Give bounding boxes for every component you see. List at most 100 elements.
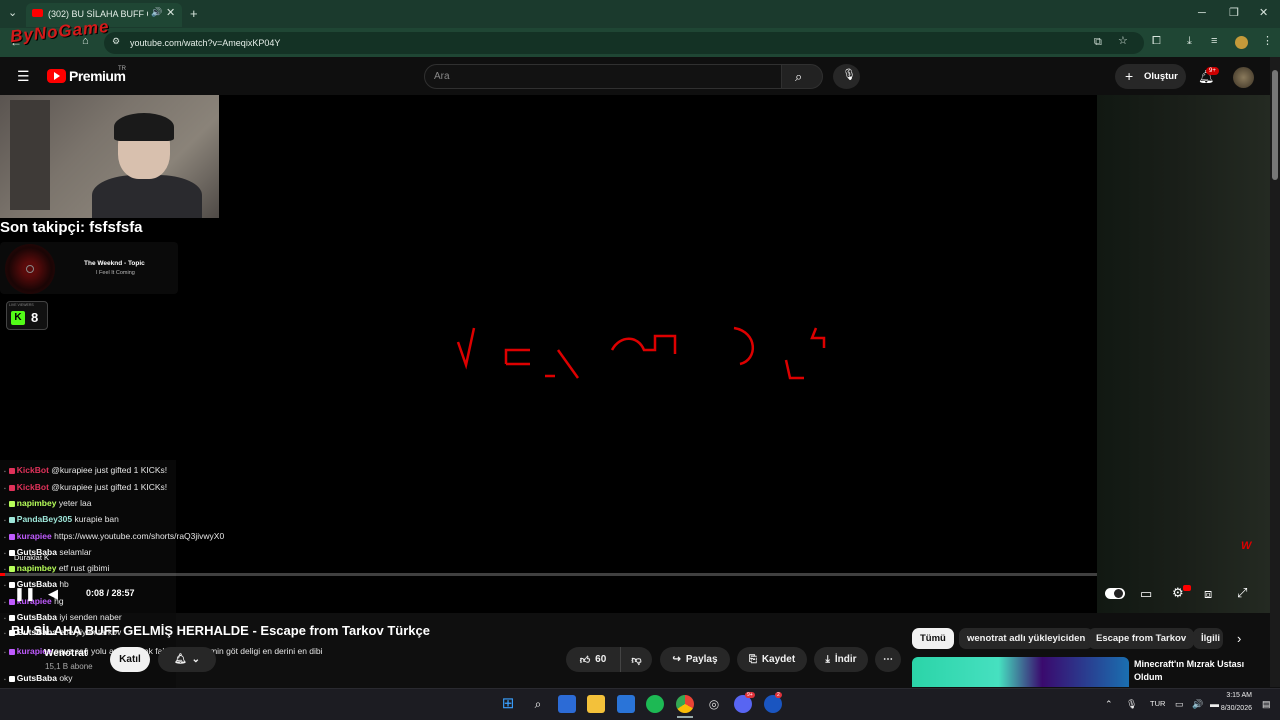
chat-timestamp-icon: ▪	[4, 600, 6, 606]
url-text[interactable]: youtube.com/watch?v=AmeqixKP04Y	[130, 38, 280, 48]
fullscreen-icon[interactable]: ⤢	[1237, 585, 1247, 601]
join-button[interactable]: Katıl	[110, 647, 150, 672]
chip-next-chevron-icon[interactable]: ›	[1237, 631, 1241, 646]
file-explorer-icon[interactable]	[587, 695, 605, 713]
create-button[interactable]: + Oluştur	[1115, 64, 1186, 89]
downloads-icon[interactable]: ⤓	[1187, 36, 1192, 47]
install-app-icon[interactable]: ⧉	[1094, 37, 1102, 48]
scrollbar-thumb[interactable]	[1272, 70, 1278, 180]
tray-microphone-icon[interactable]: 🎙	[1126, 699, 1137, 710]
outlook-icon[interactable]	[617, 695, 635, 713]
save-button[interactable]: ⎘ Kaydet	[737, 647, 807, 672]
recommended-video-title[interactable]: Minecraft'ın Mızrak Ustası Oldum	[1134, 658, 1264, 684]
save-label: Kaydet	[761, 654, 796, 665]
extensions-icon[interactable]: ⧠	[1152, 36, 1161, 47]
chat-text: oky	[59, 673, 73, 683]
restore-icon[interactable]: ❐	[1229, 8, 1239, 19]
settings-gear-icon[interactable]: ⚙	[1172, 585, 1184, 601]
obs-icon[interactable]: ◎	[705, 695, 723, 713]
site-info-icon[interactable]: ⚙	[112, 37, 120, 46]
chat-text: etf rust gibimi	[58, 563, 110, 573]
chat-badge-icon	[8, 614, 15, 621]
chat-text: iyi senden naber	[59, 612, 122, 622]
account-avatar[interactable]	[1233, 67, 1254, 88]
premium-logo-text[interactable]: Premium	[69, 68, 126, 84]
time-display: 0:08 / 28:57	[86, 588, 135, 598]
voice-search-button[interactable]: 🎙	[833, 64, 860, 89]
tab-search-icon[interactable]: ⌄	[8, 8, 17, 19]
chat-badge-icon	[8, 648, 15, 655]
notification-count-badge: 9+	[1206, 67, 1219, 75]
minimize-icon[interactable]: ─	[1198, 8, 1206, 19]
chat-username[interactable]: napimbey	[17, 498, 57, 508]
taskbar-clock[interactable]: 3:15 AM	[1214, 692, 1252, 699]
webcam-overlay	[0, 95, 219, 218]
chat-timestamp-icon: ▪	[4, 518, 6, 524]
region-code: TR	[118, 66, 126, 72]
bookmark-star-icon[interactable]: ☆	[1118, 36, 1128, 47]
channel-name[interactable]: Wenotrat	[44, 648, 87, 659]
chat-username[interactable]: KickBot	[17, 482, 49, 492]
pause-icon[interactable]: ❚❚	[14, 586, 36, 602]
like-button[interactable]: 👍︎ 60	[566, 647, 620, 672]
progress-bar[interactable]	[0, 573, 1097, 576]
join-label: Katıl	[119, 654, 141, 665]
recommended-video-thumbnail[interactable]	[912, 657, 1129, 687]
browser-menu-icon[interactable]: ⋮	[1262, 36, 1273, 47]
chat-username[interactable]: KickBot	[17, 465, 49, 475]
more-actions-button[interactable]: ⋯	[875, 647, 901, 672]
theater-mode-icon[interactable]: ⧈	[1204, 586, 1212, 602]
chat-message: ▪ PandaBey305 kurapie ban	[4, 514, 119, 524]
chat-text: @kurapiee just gifted 1 KICKs!	[51, 482, 168, 492]
chip-from-uploader[interactable]: wenotrat adlı yükleyiciden	[959, 628, 1094, 649]
chat-message: ▪ GutsBaba iyi senden naber	[4, 612, 122, 622]
chrome-icon[interactable]	[676, 695, 694, 713]
latest-follower-text: Son takipçi: fsfsfsfa	[0, 219, 143, 236]
store-icon[interactable]	[558, 695, 576, 713]
search-button[interactable]: ⌕	[781, 64, 823, 89]
chat-username[interactable]: GutsBaba	[17, 612, 57, 622]
chat-username[interactable]: GutsBaba	[17, 673, 57, 683]
subtitles-icon[interactable]: ▭	[1140, 586, 1152, 602]
chat-username[interactable]: PandaBey305	[17, 514, 72, 524]
youtube-logo-icon[interactable]	[47, 69, 66, 83]
url-field[interactable]: ⚙ youtube.com/watch?v=AmeqixKP04Y ⧉ ☆	[104, 32, 1144, 54]
chip-escape-from-tarkov[interactable]: Escape from Tarkov	[1088, 628, 1195, 649]
taskbar-date[interactable]: 8/30/2026	[1210, 705, 1252, 712]
search-input[interactable]: Ara	[424, 64, 782, 89]
volume-icon[interactable]: ◀	[48, 586, 58, 602]
window-close-icon[interactable]: ✕	[1259, 8, 1268, 19]
profile-avatar[interactable]	[1235, 36, 1248, 49]
subscribed-button[interactable]: 🔔︎ ⌄	[158, 647, 216, 672]
channel-watermark-icon: W	[1241, 540, 1252, 552]
autoplay-toggle[interactable]	[1105, 588, 1125, 599]
download-button[interactable]: ⤓ İndir	[814, 647, 868, 672]
subscriber-count: 15,1 B abone	[45, 662, 93, 671]
tray-overflow-chevron-icon[interactable]: ⌃	[1105, 699, 1113, 710]
share-button[interactable]: ↪ Paylaş	[660, 647, 730, 672]
new-tab-icon[interactable]: +	[190, 7, 198, 20]
dislike-button[interactable]: 👎︎	[620, 647, 652, 672]
volume-tray-icon[interactable]: 🔊	[1192, 699, 1203, 710]
notification-center-icon[interactable]: ▤	[1262, 699, 1271, 710]
audio-playing-icon[interactable]: 🔊	[151, 8, 162, 17]
start-button-icon[interactable]: ⊞	[499, 695, 517, 713]
hamburger-menu-icon[interactable]: ☰	[17, 69, 30, 83]
spotify-icon[interactable]	[646, 695, 664, 713]
network-icon[interactable]: ▭	[1175, 699, 1184, 710]
chat-text: yeter laa	[58, 498, 92, 508]
pause-tooltip-label: Duraklat	[14, 553, 42, 562]
chip-all[interactable]: Tümü	[912, 628, 954, 649]
chip-related[interactable]: İlgili	[1193, 628, 1223, 649]
taskbar-search-icon[interactable]: ⌕	[529, 695, 547, 713]
play-triangle-icon	[54, 72, 60, 80]
chat-username[interactable]: kurapiee	[17, 531, 52, 541]
chat-username[interactable]: napimbey	[17, 563, 57, 573]
keyboard-language[interactable]: TUR	[1150, 699, 1165, 708]
reading-list-icon[interactable]: ≡	[1211, 36, 1217, 47]
progress-bar-played	[0, 573, 6, 576]
video-side-panel	[1097, 95, 1270, 613]
time-total: 28:57	[111, 588, 135, 598]
tab-close-icon[interactable]: ✕	[166, 8, 175, 19]
chat-timestamp-icon: ▪	[4, 502, 6, 508]
